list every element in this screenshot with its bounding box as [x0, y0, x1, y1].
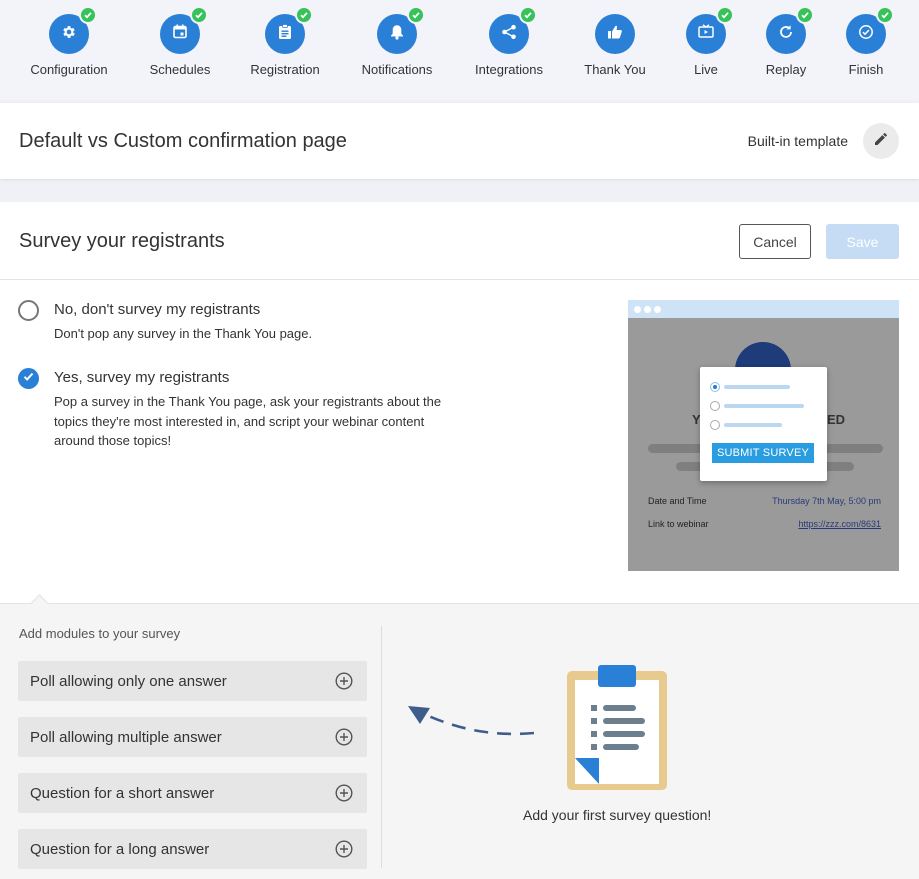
- preview-heading-right: ED: [827, 412, 846, 427]
- step-label: Registration: [250, 62, 320, 77]
- link-value: https://zzz.com/8631: [798, 519, 881, 529]
- modules-title: Add modules to your survey: [19, 626, 181, 641]
- add-circle-icon[interactable]: [335, 840, 353, 862]
- submit-survey-button: SUBMIT SURVEY: [712, 443, 814, 463]
- step-label: Finish: [848, 62, 884, 77]
- radio-icon: [710, 401, 720, 411]
- pointer-notch: [30, 594, 49, 613]
- modules-area: Add modules to your survey Poll allowing…: [0, 594, 919, 879]
- clipboard-icon: [278, 23, 292, 45]
- date-value: Thursday 7th May, 5:00 pm: [772, 496, 881, 506]
- wizard-stepper: Configuration Schedules Registration Not…: [0, 0, 919, 100]
- add-circle-icon[interactable]: [335, 728, 353, 750]
- radio-no-survey[interactable]: [18, 300, 39, 321]
- check-circle-icon: [858, 24, 874, 45]
- step-schedules[interactable]: Schedules: [125, 6, 235, 77]
- tv-icon: [698, 24, 714, 44]
- option-description: Pop a survey in the Thank You page, ask …: [54, 394, 442, 448]
- clipboard-illustration-icon: [566, 665, 668, 796]
- module-short-answer[interactable]: Question for a short answer: [18, 773, 367, 813]
- step-label: Schedules: [149, 62, 211, 77]
- edit-template-button[interactable]: [863, 123, 899, 159]
- save-button[interactable]: Save: [826, 224, 899, 259]
- completed-check-icon: [876, 6, 894, 24]
- completed-check-icon: [295, 6, 313, 24]
- pencil-icon: [873, 131, 889, 152]
- radio-selected-icon: [710, 382, 720, 392]
- dashed-arrow-icon: [404, 700, 544, 745]
- add-circle-icon[interactable]: [335, 672, 353, 694]
- step-registration[interactable]: Registration: [230, 6, 340, 77]
- check-icon: [22, 370, 35, 388]
- step-label: Configuration: [30, 62, 108, 77]
- step-configuration[interactable]: Configuration: [14, 6, 124, 77]
- confirmation-page-title: Default vs Custom confirmation page: [19, 130, 347, 152]
- step-label: Integrations: [475, 62, 543, 77]
- option-description: Don't pop any survey in the Thank You pa…: [54, 326, 313, 341]
- module-label: Question for a long answer: [30, 840, 210, 858]
- browser-bar: [628, 300, 899, 318]
- survey-title: Survey your registrants: [19, 230, 225, 252]
- step-integrations[interactable]: Integrations: [454, 6, 564, 77]
- radio-icon: [710, 420, 720, 430]
- confirmation-page-panel: Default vs Custom confirmation page Buil…: [0, 103, 919, 179]
- survey-header: Survey your registrants Cancel Save: [0, 202, 919, 280]
- completed-check-icon: [407, 6, 425, 24]
- module-label: Poll allowing only one answer: [30, 672, 227, 690]
- option-title: No, don't survey my registrants: [54, 301, 261, 318]
- empty-state-message: Add your first survey question!: [523, 807, 712, 823]
- step-finish[interactable]: Finish: [811, 6, 919, 77]
- cancel-button[interactable]: Cancel: [739, 224, 811, 259]
- divider: [381, 626, 382, 868]
- thumbs-up-icon: [607, 24, 623, 45]
- date-label: Date and Time: [648, 496, 707, 506]
- module-long-answer[interactable]: Question for a long answer: [18, 829, 367, 869]
- window-dot: [644, 305, 651, 313]
- share-icon: [501, 24, 517, 45]
- calendar-icon: [173, 24, 187, 44]
- radio-yes-survey[interactable]: [18, 368, 39, 389]
- module-single-answer-poll[interactable]: Poll allowing only one answer: [18, 661, 367, 701]
- option-title: Yes, survey my registrants: [54, 369, 230, 386]
- module-label: Poll allowing multiple answer: [30, 728, 222, 746]
- survey-panel: Survey your registrants Cancel Save No, …: [0, 202, 919, 879]
- completed-check-icon: [79, 6, 97, 24]
- replay-icon: [778, 24, 794, 45]
- add-circle-icon[interactable]: [335, 784, 353, 806]
- window-dot: [654, 305, 661, 313]
- survey-preview-image: Y ED Date and Time Thursday 7th May, 5:0…: [628, 300, 899, 571]
- step-label: Notifications: [361, 62, 433, 77]
- survey-popup-card: SUBMIT SURVEY: [700, 367, 827, 481]
- template-label: Built-in template: [747, 133, 848, 149]
- completed-check-icon: [190, 6, 208, 24]
- module-label: Question for a short answer: [30, 784, 215, 802]
- completed-check-icon: [519, 6, 537, 24]
- bell-icon: [390, 24, 404, 45]
- gear-icon: [61, 24, 77, 45]
- link-label: Link to webinar: [648, 519, 709, 529]
- window-dot: [634, 305, 641, 313]
- step-notifications[interactable]: Notifications: [342, 6, 452, 77]
- module-multiple-answer-poll[interactable]: Poll allowing multiple answer: [18, 717, 367, 757]
